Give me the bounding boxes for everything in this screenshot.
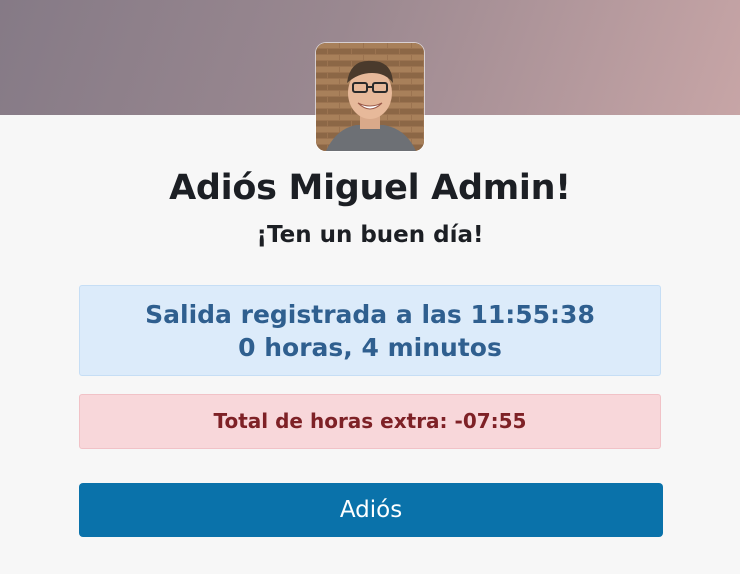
farewell-title: Adiós Miguel Admin! xyxy=(169,168,571,208)
user-avatar xyxy=(316,43,424,151)
logout-page: Adiós Miguel Admin! ¡Ten un buen día! Sa… xyxy=(0,0,740,574)
worked-duration-text: 0 horas, 4 minutos xyxy=(238,333,502,362)
overtime-text: Total de horas extra: -07:55 xyxy=(213,409,527,433)
farewell-subtitle: ¡Ten un buen día! xyxy=(256,222,484,248)
checkout-info-alert: Salida registrada a las 11:55:38 0 horas… xyxy=(79,285,661,376)
goodbye-button[interactable]: Adiós xyxy=(79,483,663,537)
overtime-alert: Total de horas extra: -07:55 xyxy=(79,394,661,449)
checkout-time-text: Salida registrada a las 11:55:38 xyxy=(145,300,595,329)
